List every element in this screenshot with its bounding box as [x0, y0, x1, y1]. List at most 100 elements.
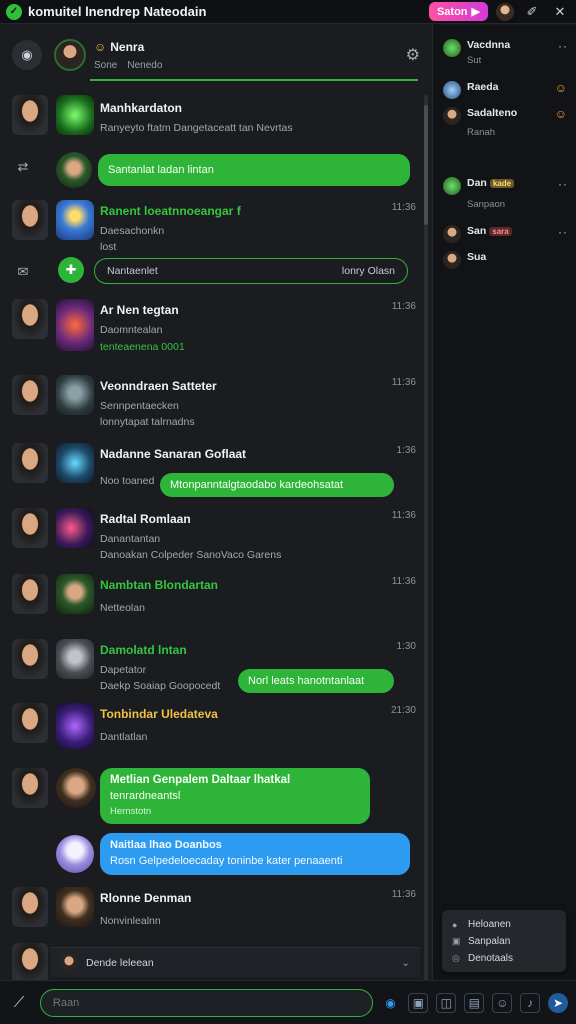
- game-avatar: [56, 443, 94, 483]
- settings-icon[interactable]: ⚙: [406, 45, 420, 65]
- message-sender: Ranent loeatnnoeangar f: [100, 204, 241, 218]
- gallery-icon[interactable]: ▣: [408, 992, 429, 1013]
- quoted-message[interactable]: Nantaenlet lonry Olasn: [94, 258, 408, 284]
- member-item[interactable]: San sara ··: [443, 225, 568, 243]
- location-icon[interactable]: ◉: [381, 993, 401, 1013]
- message-text: Naitlaa lhao Doanbos: [110, 839, 222, 851]
- avatar: [12, 943, 48, 980]
- message-sender: Nadanne Sanaran Goflaat: [100, 447, 247, 461]
- message-time: 11:36: [391, 202, 416, 213]
- gif-icon[interactable]: ◫: [436, 992, 457, 1013]
- member-name: Raeda: [467, 81, 499, 93]
- message-time: 11:36: [391, 576, 416, 587]
- list-item[interactable]: Rlonne Denman Nonvinlealnn 11:36: [0, 887, 424, 937]
- message-time: 11:36: [391, 510, 416, 521]
- message-preview: Ranyeyto ftatm Dangetaceatt tan Nevrtas: [100, 122, 293, 134]
- sticker-icon[interactable]: ▤: [464, 992, 485, 1013]
- list-item[interactable]: Radtal Romlaan Danantantan Danoakan Colp…: [0, 508, 424, 561]
- list-item[interactable]: Veonndraen Satteter Sennpentaecken lonny…: [0, 375, 424, 428]
- members-pane: Vacdnna Sut ·· Raeda ☺ Sadalteno Ranah ☺…: [432, 25, 576, 980]
- member-status: Sanpaon: [467, 199, 506, 210]
- upgrade-button-label: Saton: [436, 5, 468, 18]
- chat-pane: ◉ ☺ Nenra Sone Nenedo ⚙ Manhkardaton Ran…: [0, 25, 432, 980]
- input-bar: ⟋ ◉ ▣ ◫ ▤ ☺ ♪ ➤: [0, 980, 576, 1024]
- list-item[interactable]: Nadanne Sanaran Goflaat Noo toaned Mtonp…: [0, 443, 424, 497]
- message-bubble[interactable]: Santanlat ladan lintan: [98, 154, 410, 186]
- message-text: Norl leats hanotntanlaat: [248, 675, 365, 687]
- close-icon[interactable]: ✕: [550, 2, 570, 22]
- emoji-icon: ☺: [554, 107, 568, 121]
- menu-item-label: Sanpalan: [468, 936, 511, 947]
- message-time: 21:30: [390, 705, 416, 716]
- emoji-icon[interactable]: ☺: [492, 992, 513, 1013]
- chat-title: Nenra: [110, 39, 145, 54]
- list-item[interactable]: Nambtan Blondartan Netteolan 11:36: [0, 574, 424, 624]
- typing-preview[interactable]: Dende leleean ⌄: [50, 947, 420, 977]
- scrollbar-thumb[interactable]: [424, 105, 428, 225]
- game-avatar: [56, 887, 94, 927]
- message-bubble[interactable]: Mtonpanntalgtaodabo kardeohsatat: [160, 473, 394, 497]
- message-time: 11:36: [391, 889, 416, 900]
- list-item[interactable]: Ranent loeatnnoeangar f Daesachonkn lost…: [0, 200, 424, 253]
- game-avatar: [56, 299, 94, 351]
- game-avatar: [56, 574, 94, 614]
- message-bubble-blue[interactable]: Naitlaa lhao Doanbos Rosn Gelpedeloecada…: [100, 833, 410, 875]
- scrollbar[interactable]: [424, 95, 428, 980]
- list-item[interactable]: Manhkardaton Ranyeyto ftatm Dangetaceatt…: [0, 95, 424, 145]
- list-item[interactable]: Ar Nen tegtan Daomntealan tenteaenena 00…: [0, 299, 424, 359]
- menu-item[interactable]: ◎ Denotaals: [452, 950, 556, 967]
- message-time: 11:36: [391, 301, 416, 312]
- message-text-3: Hernstotn: [110, 806, 152, 817]
- list-item[interactable]: Damolatd lntan Dapetator Daekp Soaiap Go…: [0, 639, 424, 695]
- game-avatar: [56, 639, 94, 679]
- avatar: [12, 200, 48, 240]
- avatar: [12, 299, 48, 339]
- chevron-down-icon[interactable]: ⌄: [401, 957, 410, 969]
- profile-avatar[interactable]: [496, 2, 514, 21]
- member-item[interactable]: Sadalteno Ranah ☺: [443, 107, 568, 138]
- avatar: [12, 768, 48, 808]
- reply-icon[interactable]: ⇄: [14, 158, 32, 176]
- message-sender: Tonbindar Uledateva: [100, 707, 218, 721]
- message-bubble[interactable]: Metlian Genpalem Daltaar lhatkal tenrard…: [100, 768, 370, 824]
- share-icon[interactable]: ✚: [58, 257, 84, 283]
- more-icon[interactable]: ··: [558, 177, 568, 191]
- attach-icon[interactable]: ⟋: [8, 992, 30, 1014]
- message-bubble[interactable]: Norl leats hanotntanlaat: [238, 669, 394, 693]
- member-name: Sua: [467, 251, 487, 263]
- contacts-icon[interactable]: ◉: [12, 40, 42, 70]
- avatar: [443, 251, 461, 269]
- chat-avatar[interactable]: [54, 39, 86, 71]
- chat-bubble-icon[interactable]: ✉: [14, 263, 32, 281]
- member-item[interactable]: Raeda ☺: [443, 81, 568, 99]
- member-item[interactable]: Sua: [443, 251, 568, 269]
- voice-icon[interactable]: ♪: [520, 992, 541, 1013]
- upgrade-button[interactable]: Saton ▶: [428, 2, 488, 21]
- settings-icon: ◎: [452, 953, 460, 963]
- avatar: [56, 152, 92, 188]
- message-text: Santanlat ladan lintan: [108, 164, 214, 176]
- message-input[interactable]: [39, 988, 373, 1017]
- menu-item-label: Heloanen: [468, 919, 511, 930]
- member-item[interactable]: Dan kade Sanpaon ··: [443, 177, 568, 210]
- avatar: [60, 953, 78, 972]
- more-icon[interactable]: ··: [558, 225, 568, 239]
- avatar: [12, 443, 48, 483]
- info-icon: ●: [452, 919, 458, 930]
- message-preview: Daomntealan: [100, 324, 163, 336]
- message-preview-2: tenteaenena 0001: [100, 341, 185, 353]
- avatar: [443, 225, 461, 243]
- message-preview: Nonvinlealnn: [100, 915, 161, 927]
- pin-icon[interactable]: ✐: [522, 2, 542, 22]
- more-icon[interactable]: ··: [558, 39, 568, 53]
- menu-item[interactable]: ● Heloanen: [452, 916, 556, 933]
- message-preview: Sennpentaecken: [100, 400, 179, 412]
- play-icon: ▶: [471, 6, 480, 18]
- game-avatar: [56, 95, 94, 135]
- member-item[interactable]: Vacdnna Sut ··: [443, 39, 568, 66]
- message-text-2: Rosn Gelpedeloecaday toninbe kater penaa…: [110, 855, 343, 867]
- menu-item-label: Denotaals: [468, 953, 514, 964]
- menu-item[interactable]: ▣ Sanpalan: [452, 933, 556, 950]
- list-item[interactable]: Tonbindar Uledateva Dantlatlan 21:30: [0, 703, 424, 753]
- send-icon[interactable]: ➤: [548, 992, 568, 1013]
